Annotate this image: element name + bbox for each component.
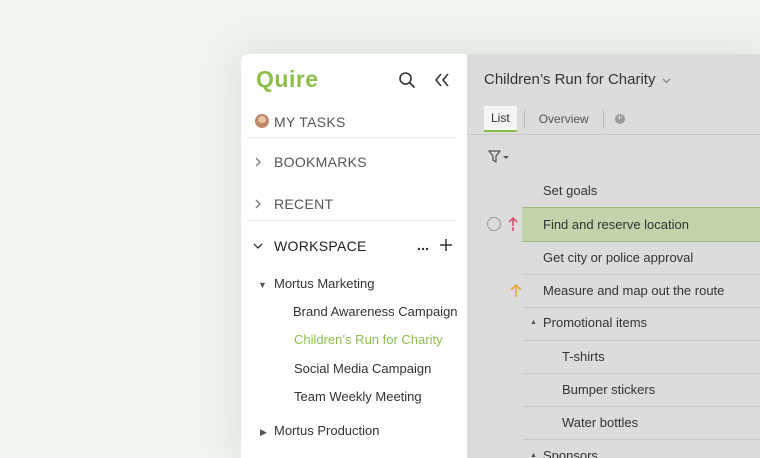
search-icon[interactable] bbox=[397, 70, 417, 90]
tab-overview[interactable]: Overview bbox=[532, 107, 596, 131]
nav-recent-label: RECENT bbox=[274, 196, 334, 212]
expand-triangle-icon[interactable]: ▲ bbox=[530, 319, 537, 326]
task-row[interactable]: ▲ Sponsors bbox=[522, 440, 760, 458]
chevron-right-icon bbox=[241, 199, 274, 209]
task-title: Get city or police approval bbox=[543, 250, 694, 265]
divider bbox=[247, 137, 457, 138]
view-tabs: List Overview + bbox=[484, 106, 625, 132]
project-title-text: Children’s Run for Charity bbox=[484, 71, 656, 88]
add-view-icon[interactable]: + bbox=[614, 114, 625, 124]
quire-app: Quire MY TASKS BOOKMARKS RECENT WORKSPAC… bbox=[241, 54, 760, 458]
tree-item-social-media[interactable]: Social Media Campaign bbox=[294, 361, 431, 376]
urgent-priority-icon[interactable] bbox=[508, 216, 518, 237]
chevron-down-icon bbox=[662, 71, 671, 88]
tree-item-mortus-marketing[interactable]: Mortus Marketing bbox=[274, 276, 374, 291]
project-title[interactable]: Children’s Run for Charity bbox=[484, 71, 671, 88]
tree-item-childrens-run[interactable]: Children’s Run for Charity bbox=[294, 332, 443, 347]
task-row[interactable]: ▲ Promotional items bbox=[522, 307, 760, 341]
sidebar: Quire MY TASKS BOOKMARKS RECENT WORKSPAC… bbox=[241, 54, 467, 458]
tree-item-team-weekly[interactable]: Team Weekly Meeting bbox=[294, 389, 422, 404]
tab-divider bbox=[523, 109, 525, 129]
tree-item-brand-awareness[interactable]: Brand Awareness Campaign bbox=[293, 304, 458, 319]
nav-bookmarks-label: BOOKMARKS bbox=[274, 154, 367, 170]
task-title: Promotional items bbox=[543, 315, 648, 330]
task-row-selected[interactable]: Find and reserve location bbox=[522, 207, 760, 242]
quire-logo[interactable]: Quire bbox=[256, 66, 319, 93]
task-title: Water bottles bbox=[562, 415, 639, 430]
add-icon[interactable] bbox=[439, 238, 453, 255]
nav-workspace[interactable]: WORKSPACE bbox=[241, 232, 467, 260]
task-title: Sponsors bbox=[543, 448, 598, 458]
task-complete-checkbox[interactable] bbox=[487, 217, 501, 231]
nav-my-tasks-label: MY TASKS bbox=[274, 114, 346, 130]
task-title: T-shirts bbox=[562, 349, 605, 364]
task-title: Bumper stickers bbox=[562, 382, 656, 397]
task-row[interactable]: Bumper stickers bbox=[522, 373, 760, 407]
tab-divider bbox=[602, 109, 604, 129]
high-priority-icon[interactable] bbox=[510, 283, 522, 303]
nav-my-tasks[interactable]: MY TASKS bbox=[241, 108, 467, 136]
chevron-down-icon bbox=[241, 243, 274, 249]
collapsed-triangle-icon[interactable]: ▶ bbox=[260, 427, 267, 438]
collapse-sidebar-icon[interactable] bbox=[431, 70, 453, 90]
divider bbox=[247, 220, 457, 221]
filter-icon[interactable] bbox=[488, 150, 510, 169]
chevron-right-icon bbox=[241, 157, 274, 167]
task-title: Measure and map out the route bbox=[543, 283, 725, 298]
more-icon[interactable] bbox=[417, 238, 429, 254]
task-title: Find and reserve location bbox=[543, 217, 689, 232]
task-row[interactable]: Set goals bbox=[522, 174, 760, 208]
tabs-underline bbox=[467, 134, 760, 135]
task-row[interactable]: Water bottles bbox=[522, 406, 760, 440]
tree-item-mortus-production[interactable]: Mortus Production bbox=[274, 423, 380, 438]
nav-workspace-label: WORKSPACE bbox=[274, 238, 367, 254]
nav-bookmarks[interactable]: BOOKMARKS bbox=[241, 148, 467, 176]
tab-list[interactable]: List bbox=[484, 106, 517, 132]
task-row[interactable]: Measure and map out the route bbox=[522, 274, 760, 308]
task-title: Set goals bbox=[543, 183, 598, 198]
task-row[interactable]: Get city or police approval bbox=[522, 241, 760, 275]
nav-recent[interactable]: RECENT bbox=[241, 190, 467, 218]
user-avatar bbox=[255, 114, 269, 128]
main-panel: Children’s Run for Charity List Overview… bbox=[467, 54, 760, 458]
workspace-actions bbox=[417, 232, 453, 260]
task-row[interactable]: T-shirts bbox=[522, 340, 760, 374]
expand-triangle-icon[interactable]: ▲ bbox=[530, 452, 537, 458]
expand-triangle-icon[interactable]: ▼ bbox=[258, 280, 267, 290]
